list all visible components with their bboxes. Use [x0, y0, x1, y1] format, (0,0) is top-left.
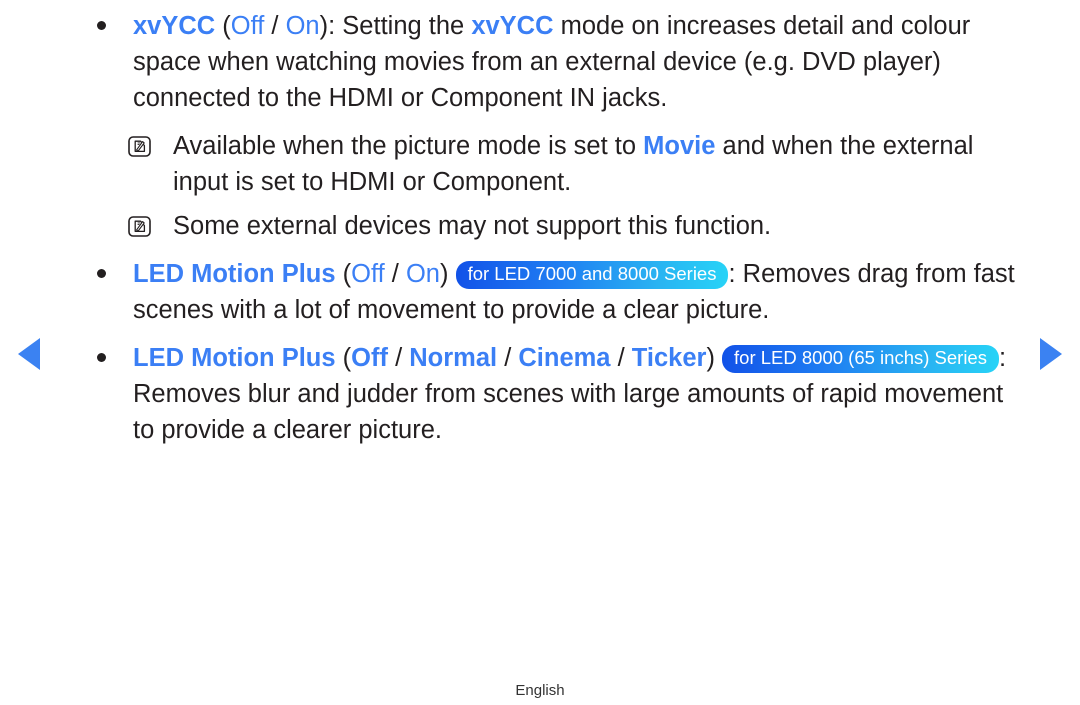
option-on: On [405, 260, 440, 288]
term-xvycc: xvYCC [133, 12, 216, 40]
note-pencil-icon [128, 216, 151, 237]
open-paren: ( [335, 260, 352, 288]
page-content: xvYCC (Off / On): Setting the xvYCC mode… [88, 8, 1018, 448]
close-paren: ): [319, 12, 343, 40]
footer-language-label: English [515, 682, 565, 699]
note-text-part-1: Some external devices may not support th… [173, 212, 772, 240]
option-normal: Normal [409, 344, 498, 372]
status-badge-model-series: for LED 8000 (65 inchs) Series [722, 345, 999, 373]
option-separator-1: / [387, 344, 410, 372]
close-paren: ) [706, 344, 723, 372]
bullet-dot-icon [97, 21, 106, 30]
option-ticker: Ticker [631, 344, 707, 372]
option-off: Off [230, 12, 265, 40]
note-text-part-1: Available when the picture mode is set t… [173, 132, 644, 160]
bullet-dot-icon [97, 353, 106, 362]
next-page-arrow-icon[interactable] [1040, 338, 1062, 370]
inline-term-xvycc: xvYCC [471, 12, 554, 40]
bullet-dot-icon [97, 269, 106, 278]
note-item-support: Some external devices may not support th… [88, 208, 1018, 244]
previous-page-arrow-icon[interactable] [18, 338, 40, 370]
option-separator-2: / [497, 344, 519, 372]
status-badge-model-series: for LED 7000 and 8000 Series [455, 261, 729, 289]
term-led-motion-plus: LED Motion Plus [133, 344, 336, 372]
option-off: Off [351, 344, 388, 372]
term-led-motion-plus: LED Motion Plus [133, 260, 336, 288]
bullet-item-xvycc: xvYCC (Off / On): Setting the xvYCC mode… [88, 8, 1018, 116]
open-paren: ( [215, 12, 231, 40]
note-item-movie: Available when the picture mode is set t… [88, 128, 1018, 200]
close-paren: ) [440, 260, 456, 288]
option-separator: / [264, 12, 286, 40]
option-on: On [285, 12, 320, 40]
bullet-item-led-motion-plus-2: LED Motion Plus (Off / Normal / Cinema /… [88, 340, 1018, 448]
description-part-1: Setting the [342, 12, 472, 40]
note-pencil-icon [128, 136, 151, 157]
option-separator-3: / [610, 344, 632, 372]
bullet-item-led-motion-plus-1: LED Motion Plus (Off / On) for LED 7000 … [88, 256, 1018, 328]
option-cinema: Cinema [518, 344, 611, 372]
note-highlight-movie: Movie [643, 132, 716, 160]
option-separator: / [384, 260, 406, 288]
option-off: Off [351, 260, 385, 288]
open-paren: ( [335, 344, 352, 372]
manual-page: xvYCC (Off / On): Setting the xvYCC mode… [0, 0, 1080, 705]
